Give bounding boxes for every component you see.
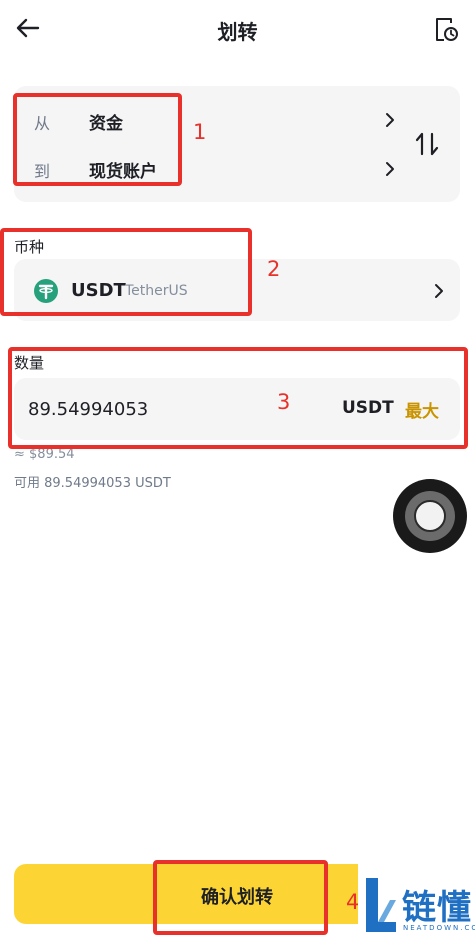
watermark-logo-icon (366, 878, 396, 932)
chevron-right-icon[interactable] (433, 283, 445, 299)
annotation-box-3 (8, 347, 468, 449)
swap-arrows-icon[interactable] (413, 130, 441, 158)
approx-usd-value: ≈ $89.54 (14, 447, 75, 462)
chevron-right-icon[interactable] (384, 112, 396, 128)
annotation-number-1: 1 (193, 120, 207, 144)
page-title: 划转 (217, 20, 258, 44)
watermark-text: 链懂 (402, 888, 472, 928)
annotation-number-2: 2 (267, 257, 281, 281)
annotation-number-3: 3 (277, 390, 291, 414)
available-balance: 可用 89.54994053 USDT (14, 476, 171, 491)
annotation-box-4 (153, 860, 328, 935)
history-record-icon[interactable] (430, 14, 460, 44)
annotation-box-1 (13, 93, 182, 186)
watermark-subtext: NEATDOWN.COM (403, 924, 475, 932)
annotation-box-2 (0, 228, 252, 316)
assistive-touch-core (414, 500, 446, 532)
chevron-right-icon[interactable] (384, 161, 396, 177)
